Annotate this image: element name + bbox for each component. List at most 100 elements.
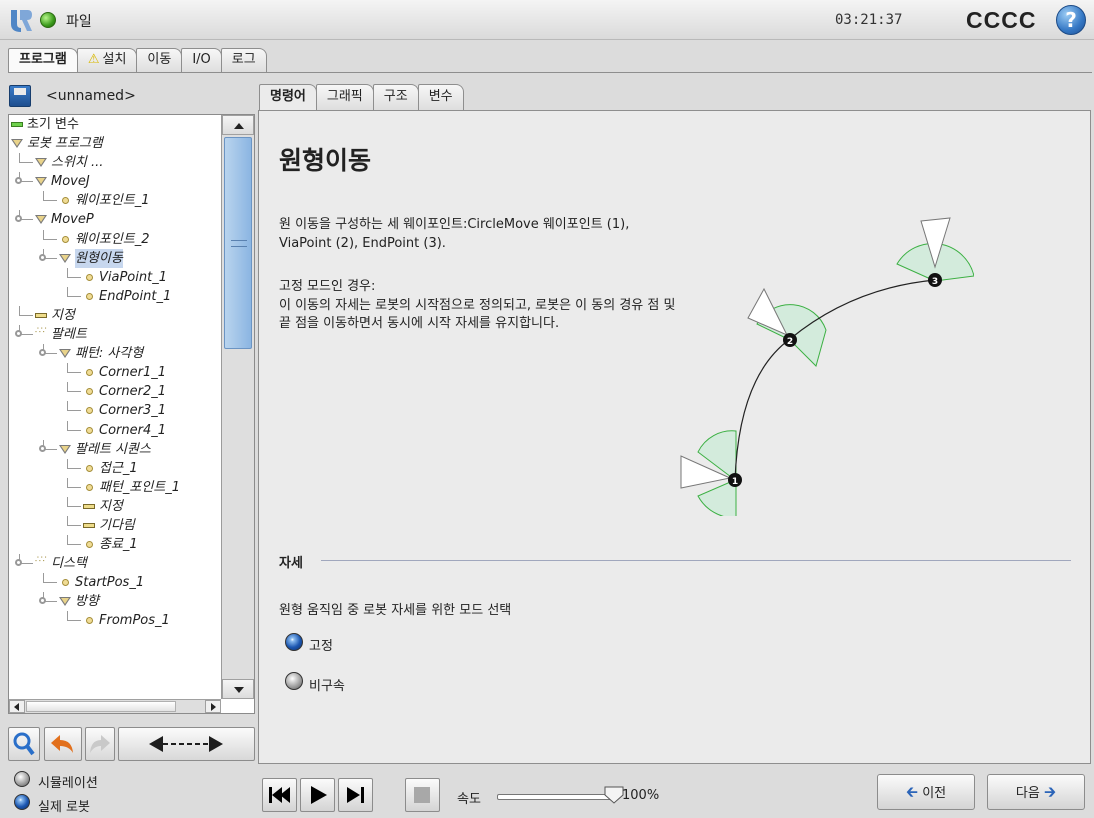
radio-unconstrained-label[interactable]: 비구속: [309, 675, 345, 694]
tree-node-label: 패턴_포인트_1: [99, 479, 181, 495]
expand-triangle-icon[interactable]: [59, 597, 71, 607]
tree-node[interactable]: MoveP: [9, 210, 221, 229]
speed-slider[interactable]: [497, 794, 617, 800]
scroll-down-button[interactable]: [222, 679, 254, 699]
tree-connector: [67, 515, 68, 526]
tree-node[interactable]: Corner4_1: [9, 420, 221, 440]
tree-node[interactable]: 기다림: [9, 515, 221, 535]
program-tree-list[interactable]: 초기 변수 로봇 프로그램 스위치 ... MoveJ 웨이포인트_1 MoveP 웨이포인…: [9, 115, 221, 699]
tree-node[interactable]: 지정: [9, 305, 221, 325]
orientation-section-label: 자세: [279, 556, 303, 571]
tree-node[interactable]: 종료_1: [9, 535, 221, 554]
expand-triangle-icon[interactable]: [35, 215, 47, 225]
tree-node-label: 팔레트 시퀀스: [75, 441, 151, 457]
step-button[interactable]: [338, 778, 373, 812]
program-tree[interactable]: 초기 변수 로봇 프로그램 스위치 ... MoveJ 웨이포인트_1 MoveP 웨이포인…: [8, 114, 255, 714]
tab-installation[interactable]: ⚠ 설치: [76, 48, 138, 72]
tree-connector: [19, 153, 20, 164]
stop-button[interactable]: [405, 778, 440, 812]
tree-node[interactable]: 초기 변수: [9, 115, 221, 134]
speed-label: 속도: [457, 792, 481, 807]
help-icon[interactable]: ?: [1056, 5, 1086, 35]
tree-node[interactable]: 방향: [9, 592, 221, 611]
tree-node[interactable]: ViaPoint_1: [9, 267, 221, 287]
tree-node[interactable]: 웨이포인트_2: [9, 229, 221, 249]
tree-node[interactable]: 지정: [9, 496, 221, 516]
play-button[interactable]: [300, 778, 335, 812]
redo-button[interactable]: [85, 727, 115, 761]
tree-node[interactable]: MoveJ: [9, 172, 221, 191]
tree-vertical-scrollbar[interactable]: [221, 115, 254, 699]
tab-structure[interactable]: 구조: [372, 84, 419, 110]
speed-value: 100%: [622, 788, 660, 803]
radio-unconstrained[interactable]: [285, 672, 303, 690]
scroll-up-button[interactable]: [222, 115, 254, 135]
tree-node[interactable]: 패턴: 사각형: [9, 344, 221, 363]
pallet-icon: ∴∵: [35, 555, 47, 566]
expand-triangle-icon[interactable]: [59, 253, 71, 263]
radio-simulation[interactable]: [14, 771, 30, 787]
tree-node[interactable]: Corner3_1: [9, 401, 221, 420]
tab-command[interactable]: 명령어: [259, 84, 317, 110]
tab-graphics[interactable]: 그래픽: [315, 84, 374, 110]
expand-triangle-icon[interactable]: [35, 177, 47, 187]
tree-node[interactable]: ∴∵ 디스택: [9, 554, 221, 573]
tab-program[interactable]: 프로그램: [8, 48, 78, 73]
dot-node-icon: [86, 426, 93, 434]
tree-node-label: Corner3_1: [99, 403, 166, 419]
expand-triangle-icon[interactable]: [59, 349, 71, 359]
expand-triangle-icon[interactable]: [35, 158, 47, 168]
tree-node[interactable]: ∴∵ 팔레트: [9, 325, 221, 344]
radio-real-robot[interactable]: [14, 794, 30, 810]
previous-button[interactable]: 🡰 이전: [877, 774, 975, 810]
scroll-right-button[interactable]: [205, 700, 221, 713]
tree-node[interactable]: 접근_1: [9, 458, 221, 478]
tree-node[interactable]: FromPos_1: [9, 611, 221, 630]
tree-node[interactable]: 원형이동: [9, 248, 221, 268]
tab-move[interactable]: 이동: [136, 48, 183, 72]
tree-node-label: 디스택: [51, 556, 87, 572]
tree-connector: [19, 305, 20, 316]
real-robot-label[interactable]: 실제 로봇: [38, 796, 90, 815]
tree-horizontal-scrollbar[interactable]: [9, 699, 221, 713]
tree-node[interactable]: 스위치 ...: [9, 153, 221, 172]
speed-slider-handle[interactable]: [604, 786, 624, 804]
tab-variables[interactable]: 변수: [417, 84, 464, 110]
tree-connector: [19, 314, 33, 316]
tree-node[interactable]: StartPos_1: [9, 573, 221, 592]
simulation-label[interactable]: 시뮬레이션: [38, 772, 98, 791]
tree-node[interactable]: EndPoint_1: [9, 286, 221, 306]
tree-node[interactable]: 팔레트 시퀀스: [9, 439, 221, 459]
tree-node[interactable]: Corner1_1: [9, 363, 221, 382]
search-button[interactable]: [8, 727, 40, 761]
scroll-left-button[interactable]: [9, 700, 25, 713]
undo-button[interactable]: [44, 727, 82, 761]
radio-fixed-label[interactable]: 고정: [309, 635, 333, 654]
page-title: 원형이동: [279, 146, 372, 175]
radio-fixed[interactable]: [285, 633, 303, 651]
horizontal-scroll-thumb[interactable]: [26, 701, 176, 712]
tree-node[interactable]: Corner2_1: [9, 382, 221, 401]
tree-connector: [19, 162, 33, 164]
scroll-thumb[interactable]: [224, 137, 252, 349]
tree-connector: [43, 582, 57, 584]
mode-instruction: 원형 움직임 중 로봇 자세를 위한 모드 선택: [279, 603, 512, 618]
tree-node-label: ViaPoint_1: [99, 269, 167, 285]
tree-node[interactable]: 웨이포인트_1: [9, 191, 221, 210]
tree-connector: [67, 620, 81, 622]
tab-io[interactable]: I/O: [181, 48, 222, 72]
move-node-button[interactable]: [118, 727, 255, 761]
file-menu[interactable]: 파일: [66, 11, 92, 31]
next-button[interactable]: 다음 🡲: [987, 774, 1085, 810]
expand-triangle-icon[interactable]: [59, 444, 71, 454]
tree-node-label: 팔레트: [51, 327, 87, 343]
tree-node[interactable]: 패턴_포인트_1: [9, 477, 221, 497]
tree-node-label: EndPoint_1: [99, 288, 172, 304]
expand-triangle-icon[interactable]: [11, 139, 23, 149]
redo-icon: [90, 735, 110, 753]
tab-log[interactable]: 로그: [220, 48, 267, 72]
rewind-button[interactable]: [262, 778, 297, 812]
previous-label: 이전: [922, 786, 947, 801]
tree-node[interactable]: 로봇 프로그램: [9, 134, 221, 153]
save-icon[interactable]: [9, 85, 31, 107]
